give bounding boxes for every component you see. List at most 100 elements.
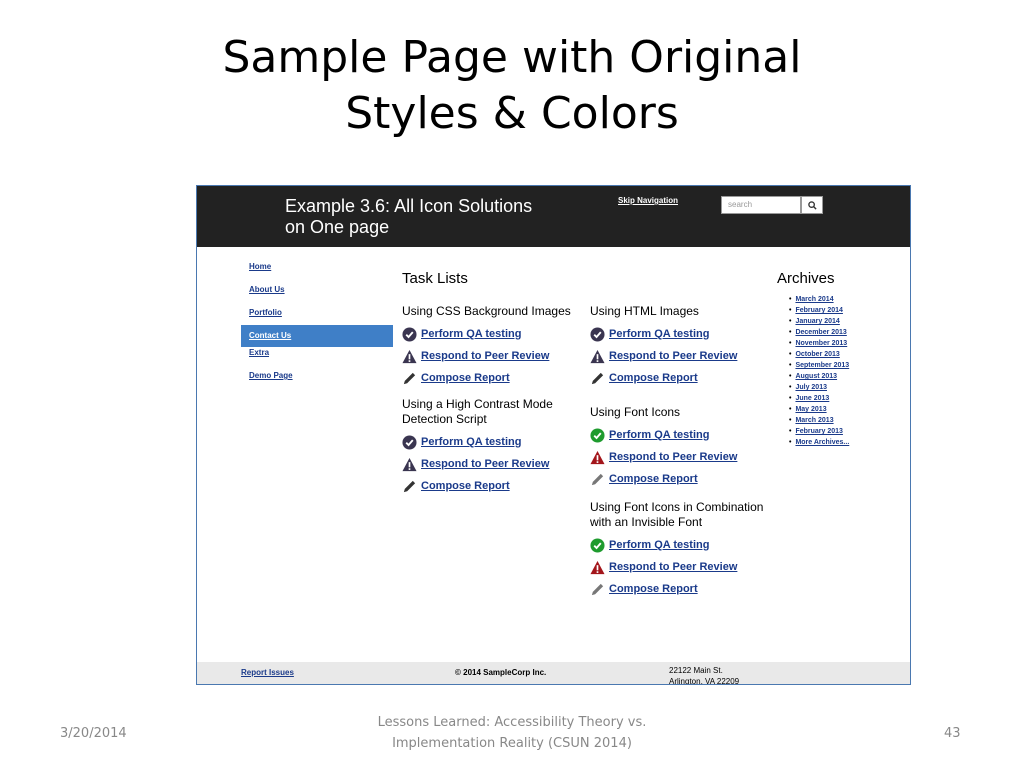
task-link[interactable]: Compose Report <box>590 468 770 490</box>
slide-date: 3/20/2014 <box>60 726 127 741</box>
archive-link[interactable]: • March 2014 <box>789 294 849 305</box>
archive-link[interactable]: • August 2013 <box>789 371 849 382</box>
archive-link[interactable]: • June 2013 <box>789 393 849 404</box>
address: 22122 Main St. Arlington, VA 22209 <box>669 665 740 685</box>
task-label[interactable]: Compose Report <box>421 480 510 492</box>
task-link[interactable]: Perform QA testing <box>590 534 770 556</box>
section-title: Using Font Icons <box>590 405 681 419</box>
archive-label[interactable]: January 2014 <box>795 318 839 325</box>
search-icon <box>808 201 817 210</box>
task-label[interactable]: Respond to Peer Review <box>609 451 737 463</box>
bullet: • <box>789 395 792 402</box>
bullet: • <box>789 417 792 424</box>
task-link[interactable]: Compose Report <box>402 367 577 389</box>
pencil-icon <box>402 371 417 386</box>
archive-label[interactable]: February 2013 <box>795 428 842 435</box>
task-label[interactable]: Respond to Peer Review <box>609 350 737 362</box>
archive-link[interactable]: • July 2013 <box>789 382 849 393</box>
task-label[interactable]: Perform QA testing <box>421 436 521 448</box>
archive-label[interactable]: July 2013 <box>795 384 827 391</box>
archive-link[interactable]: • September 2013 <box>789 360 849 371</box>
task-label[interactable]: Compose Report <box>609 473 698 485</box>
bullet: • <box>789 296 792 303</box>
site-title-line-1: Example 3.6: All Icon Solutions <box>285 196 533 216</box>
task-label[interactable]: Respond to Peer Review <box>421 458 549 470</box>
task-label[interactable]: Compose Report <box>421 372 510 384</box>
task-link[interactable]: Perform QA testing <box>402 323 577 345</box>
embedded-screenshot: Example 3.6: All Icon Solutions on One p… <box>196 185 911 685</box>
nav-item-demo-page[interactable]: Demo Page <box>241 370 391 393</box>
archive-label[interactable]: December 2013 <box>795 329 846 336</box>
bullet: • <box>789 340 792 347</box>
archive-link[interactable]: • November 2013 <box>789 338 849 349</box>
nav-item-about-us[interactable]: About Us <box>241 284 391 307</box>
slide-footer-text: Lessons Learned: Accessibility Theory vs… <box>312 712 712 754</box>
search-button[interactable] <box>801 196 823 214</box>
bullet: • <box>789 384 792 391</box>
task-link[interactable]: Perform QA testing <box>590 424 770 446</box>
archive-label[interactable]: October 2013 <box>795 351 839 358</box>
task-lists-heading: Task Lists <box>402 270 468 287</box>
bullet: • <box>789 318 792 325</box>
report-issues-link[interactable]: Report Issues <box>241 668 294 677</box>
section-title: Using HTML Images <box>590 304 699 318</box>
pencil-icon <box>590 582 605 597</box>
task-label[interactable]: Compose Report <box>609 583 698 595</box>
pencil-icon <box>590 371 605 386</box>
archive-label[interactable]: August 2013 <box>795 373 837 380</box>
copyright: © 2014 SampleCorp Inc. <box>455 668 547 677</box>
task-label[interactable]: Compose Report <box>609 372 698 384</box>
archive-label[interactable]: March 2014 <box>795 296 833 303</box>
task-link[interactable]: Respond to Peer Review <box>590 345 770 367</box>
task-section: Using Font Icons in Combination with an … <box>590 500 770 600</box>
archive-label[interactable]: More Archives... <box>795 439 849 446</box>
archive-link[interactable]: • December 2013 <box>789 327 849 338</box>
archive-label[interactable]: September 2013 <box>795 362 849 369</box>
nav-item-contact-us[interactable]: Contact Us <box>241 325 393 347</box>
nav-item-home[interactable]: Home <box>241 261 391 284</box>
archive-link[interactable]: • October 2013 <box>789 349 849 360</box>
address-line-2: Arlington, VA 22209 <box>669 677 740 685</box>
check-circle-icon <box>590 537 605 553</box>
archive-link[interactable]: • January 2014 <box>789 316 849 327</box>
archive-label[interactable]: June 2013 <box>795 395 829 402</box>
task-label[interactable]: Perform QA testing <box>609 328 709 340</box>
archive-label[interactable]: February 2014 <box>795 307 842 314</box>
task-label[interactable]: Respond to Peer Review <box>421 350 549 362</box>
task-label[interactable]: Perform QA testing <box>609 429 709 441</box>
section-title: Using CSS Background Images <box>402 304 571 318</box>
nav-item-extra[interactable]: Extra <box>241 347 391 370</box>
pencil-icon <box>590 472 605 487</box>
archive-link[interactable]: • February 2014 <box>789 305 849 316</box>
archives-list: • March 2014 • February 2014 • January 2014 • D… <box>789 294 849 448</box>
task-section: Using Font Icons Perform QA testing Respon… <box>590 405 770 490</box>
archive-label[interactable]: November 2013 <box>795 340 847 347</box>
task-link[interactable]: Compose Report <box>590 367 770 389</box>
archive-link[interactable]: • February 2013 <box>789 426 849 437</box>
task-label[interactable]: Perform QA testing <box>609 539 709 551</box>
archive-link[interactable]: • More Archives... <box>789 437 849 448</box>
skip-navigation-link[interactable]: Skip Navigation <box>618 196 678 205</box>
archive-link[interactable]: • May 2013 <box>789 404 849 415</box>
slide-title-line-1: Sample Page with Original <box>222 32 802 83</box>
task-label[interactable]: Respond to Peer Review <box>609 561 737 573</box>
task-column-left: Using CSS Background Images Perform QA te… <box>402 304 577 497</box>
task-link[interactable]: Respond to Peer Review <box>590 446 770 468</box>
slide-number: 43 <box>944 726 961 741</box>
archive-label[interactable]: May 2013 <box>795 406 826 413</box>
task-link[interactable]: Perform QA testing <box>402 431 577 453</box>
task-label[interactable]: Perform QA testing <box>421 328 521 340</box>
search-input[interactable]: search <box>721 196 801 214</box>
task-link[interactable]: Respond to Peer Review <box>402 453 577 475</box>
task-link[interactable]: Respond to Peer Review <box>402 345 577 367</box>
archive-label[interactable]: March 2013 <box>795 417 833 424</box>
bullet: • <box>789 351 792 358</box>
bullet: • <box>789 428 792 435</box>
task-link[interactable]: Compose Report <box>402 475 577 497</box>
archive-link[interactable]: • March 2013 <box>789 415 849 426</box>
task-link[interactable]: Perform QA testing <box>590 323 770 345</box>
bullet: • <box>789 329 792 336</box>
task-link[interactable]: Compose Report <box>590 578 770 600</box>
check-circle-icon <box>590 427 605 443</box>
task-link[interactable]: Respond to Peer Review <box>590 556 770 578</box>
